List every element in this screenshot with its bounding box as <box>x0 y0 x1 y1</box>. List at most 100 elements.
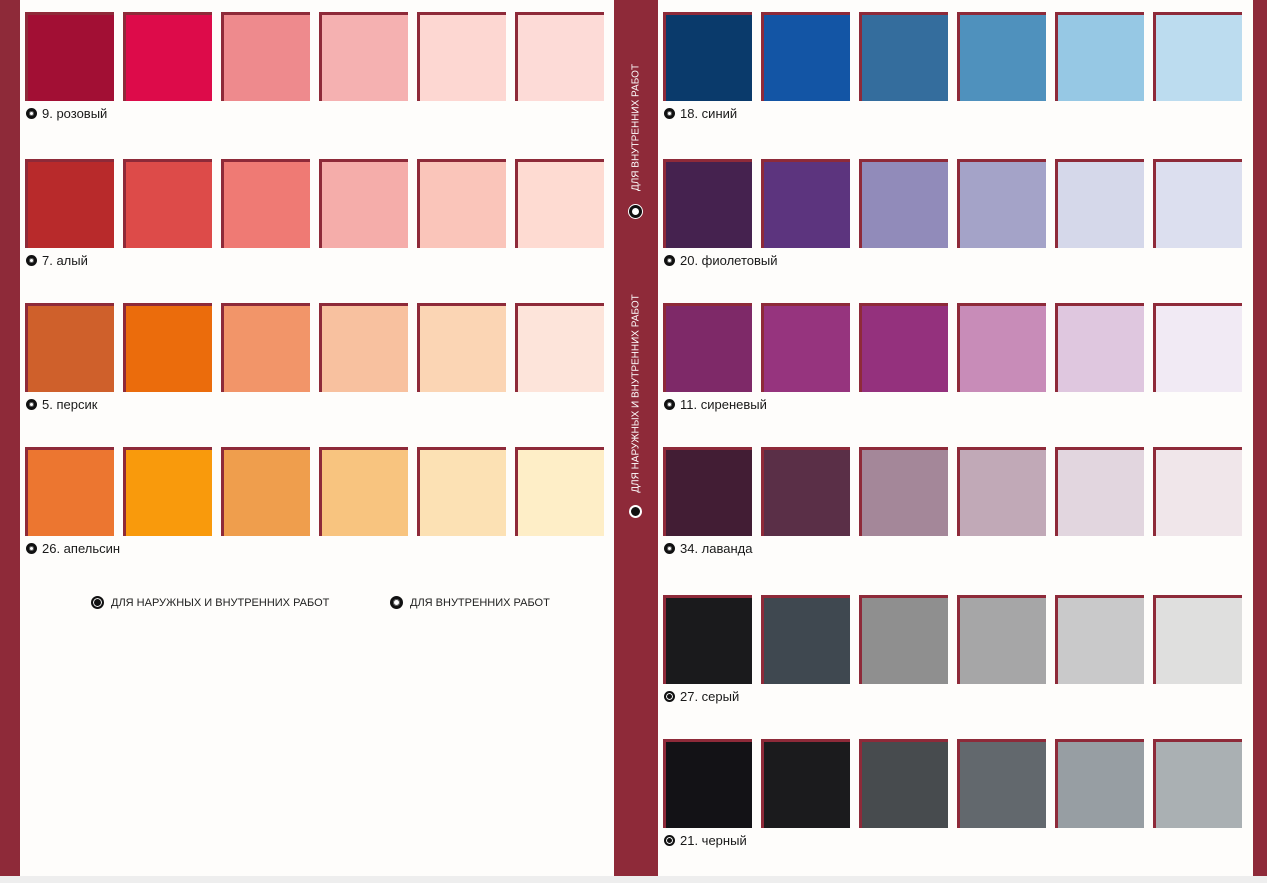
palette-name: 18. синий <box>680 105 738 121</box>
color-swatch <box>761 739 850 828</box>
legend-item-interior: ДЛЯ ВНУТРЕННИХ РАБОТ <box>390 596 550 609</box>
color-swatch <box>761 447 850 536</box>
open-circle-icon <box>26 107 37 119</box>
palette-row: 34. лаванда <box>658 435 1248 565</box>
color-swatch <box>663 595 752 684</box>
color-swatch <box>1153 159 1242 248</box>
color-swatch <box>859 447 948 536</box>
color-swatch <box>515 303 604 392</box>
color-swatch <box>859 303 948 392</box>
palette-label: 20. фиолетовый <box>664 251 778 269</box>
color-swatch <box>221 12 310 101</box>
color-swatch <box>859 739 948 828</box>
palette-name: 9. розовый <box>42 105 108 121</box>
palette-name: 11. сиреневый <box>680 396 767 412</box>
palette-label: 11. сиреневый <box>664 395 767 413</box>
color-swatch <box>221 159 310 248</box>
color-swatch <box>663 159 752 248</box>
color-swatch <box>221 447 310 536</box>
legend: ДЛЯ НАРУЖНЫХ И ВНУТРЕННИХ РАБОТ ДЛЯ ВНУТ… <box>91 596 611 614</box>
color-swatch <box>1153 12 1242 101</box>
palette-label: 7. алый <box>26 251 88 269</box>
palette-name: 7. алый <box>42 252 88 268</box>
open-circle-icon <box>664 398 675 410</box>
open-circle-icon <box>26 398 37 410</box>
palette-label: 21. черный <box>664 831 747 849</box>
open-circle-icon <box>664 542 675 554</box>
color-swatch <box>1055 303 1144 392</box>
palette-label: 18. синий <box>664 104 737 122</box>
open-circle-icon <box>26 254 37 266</box>
palette-row: 27. серый <box>658 583 1248 713</box>
palette-name: 26. апельсин <box>42 540 121 556</box>
palette-row: 5. персик <box>20 291 610 421</box>
left-page: 9. розовый 7. алый 5. персик 26. апельсин Д… <box>20 0 614 876</box>
color-swatch <box>25 12 114 101</box>
left-border-band <box>0 0 20 876</box>
color-swatch <box>25 447 114 536</box>
palette-label: 26. апельсин <box>26 539 120 557</box>
color-swatch <box>1153 739 1242 828</box>
color-swatch <box>515 12 604 101</box>
color-swatch <box>957 303 1046 392</box>
palette-row: 7. алый <box>20 147 610 277</box>
legend-item-exterior: ДЛЯ НАРУЖНЫХ И ВНУТРЕННИХ РАБОТ <box>91 596 329 609</box>
open-circle-icon <box>26 542 37 554</box>
color-swatch <box>859 595 948 684</box>
palette-row: 20. фиолетовый <box>658 147 1248 277</box>
color-swatch <box>663 739 752 828</box>
color-swatch <box>761 303 850 392</box>
open-circle-icon <box>664 254 675 266</box>
filled-circle-icon <box>664 834 675 846</box>
color-swatch <box>1055 159 1144 248</box>
palette-name: 21. черный <box>680 832 747 848</box>
palette-row: 11. сиреневый <box>658 291 1248 421</box>
filled-circle-icon <box>91 596 104 609</box>
color-swatch <box>957 595 1046 684</box>
color-swatch <box>1153 595 1242 684</box>
palette-row: 18. синий <box>658 0 1248 130</box>
color-swatch <box>1055 595 1144 684</box>
palette-label: 5. персик <box>26 395 97 413</box>
color-swatch <box>221 303 310 392</box>
legend-interior-label: ДЛЯ ВНУТРЕННИХ РАБОТ <box>410 596 550 609</box>
color-swatch <box>417 12 506 101</box>
color-swatch <box>417 447 506 536</box>
palette-label: 27. серый <box>664 687 739 705</box>
color-swatch <box>663 303 752 392</box>
filled-circle-icon <box>629 505 642 518</box>
color-swatch <box>123 303 212 392</box>
filled-circle-icon <box>664 690 675 702</box>
color-swatch <box>25 159 114 248</box>
color-swatch <box>319 303 408 392</box>
color-swatch <box>957 739 1046 828</box>
color-swatch <box>663 12 752 101</box>
bottom-strip <box>0 876 1267 883</box>
color-swatch <box>515 447 604 536</box>
color-swatch <box>319 159 408 248</box>
color-swatch <box>1055 12 1144 101</box>
color-swatch <box>859 159 948 248</box>
palette-name: 5. персик <box>42 396 98 412</box>
palette-name: 27. серый <box>680 688 740 704</box>
spine-interior-label: ДЛЯ ВНУТРЕННИХ РАБОТ <box>630 63 642 192</box>
open-circle-icon <box>629 205 642 218</box>
color-swatch <box>761 12 850 101</box>
open-circle-icon <box>390 596 403 609</box>
palette-name: 34. лаванда <box>680 540 753 556</box>
color-swatch <box>123 447 212 536</box>
color-swatch <box>957 159 1046 248</box>
color-swatch <box>859 12 948 101</box>
color-swatch <box>761 159 850 248</box>
color-swatch <box>25 303 114 392</box>
color-swatch <box>1153 303 1242 392</box>
palette-row: 9. розовый <box>20 0 610 130</box>
color-swatch <box>417 159 506 248</box>
palette-name: 20. фиолетовый <box>680 252 778 268</box>
color-swatch <box>123 12 212 101</box>
palette-row: 21. черный <box>658 727 1248 857</box>
color-swatch <box>515 159 604 248</box>
right-border-band <box>1253 0 1267 876</box>
color-swatch <box>123 159 212 248</box>
palette-label: 9. розовый <box>26 104 107 122</box>
